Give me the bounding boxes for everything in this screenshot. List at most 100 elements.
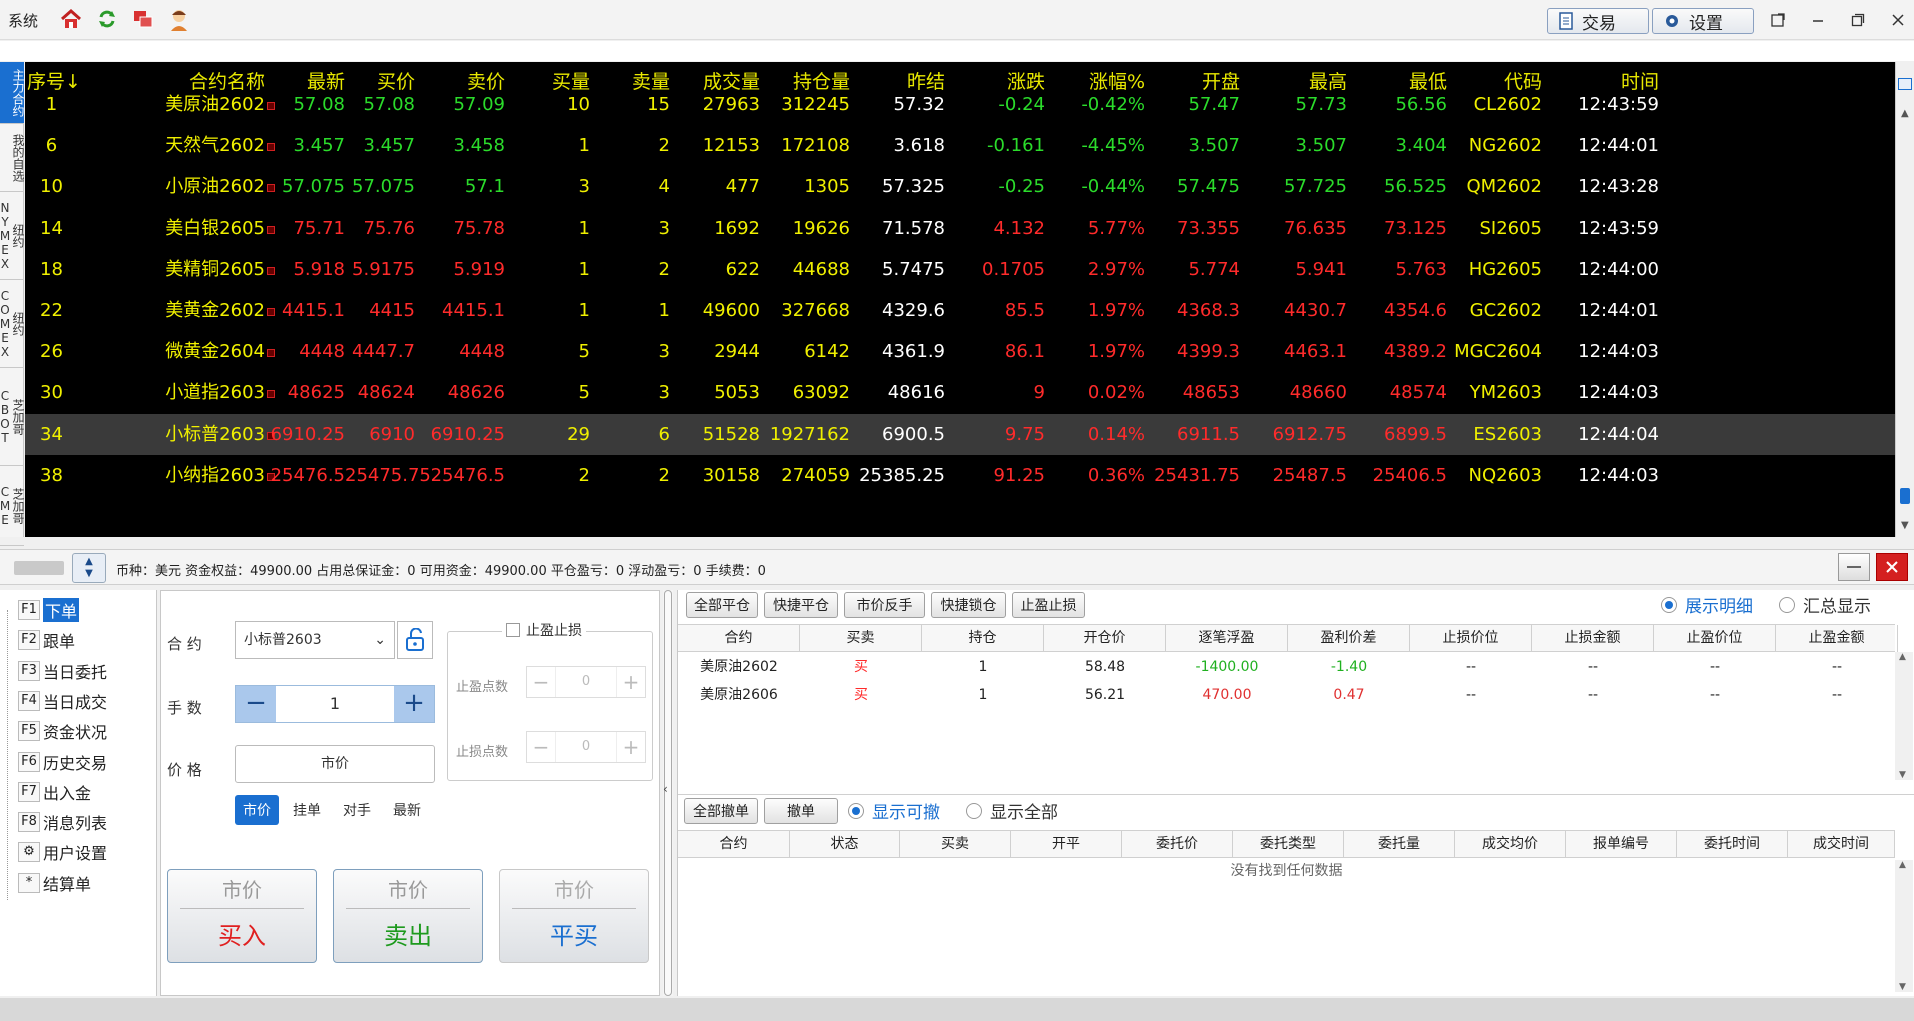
nav-item-4[interactable]: F5 资金状况: [18, 719, 107, 743]
quote-row[interactable]: 6 天然气2602 3.457 3.457 3.458 1 2 12153 172108 3.61…: [25, 125, 1895, 166]
positions-column-header[interactable]: 持仓: [922, 625, 1044, 652]
nav-item-3[interactable]: F4 当日成交: [18, 689, 107, 713]
positions-column-header[interactable]: 止损金额: [1532, 625, 1654, 652]
scroll-down-icon[interactable]: ▼: [1899, 770, 1906, 780]
order-action-button-1[interactable]: 撤单: [764, 798, 838, 824]
sell-button[interactable]: 市价 卖出: [333, 869, 483, 963]
radio-show-detail[interactable]: 展示明细: [1661, 592, 1753, 617]
maximize-icon[interactable]: [1844, 8, 1872, 32]
quote-row[interactable]: 30 小道指2603 48625 48624 48626 5 3 5053 63092 48616…: [25, 372, 1895, 413]
panel-close-button[interactable]: [1876, 553, 1908, 581]
scroll-up-icon[interactable]: ▲: [1899, 860, 1906, 870]
quantity-increment-button[interactable]: +: [394, 686, 434, 722]
panel-splitter[interactable]: ‹: [663, 590, 673, 996]
quote-row[interactable]: 26 微黄金2604 4448 4447.7 4448 5 3 2944 6142 4361.9 8…: [25, 331, 1895, 372]
stop-profit-loss-toggle[interactable]: 止盈止损: [502, 620, 586, 640]
quote-scrollbar[interactable]: ▲ ▼: [1895, 62, 1914, 537]
stop-profit-stepper[interactable]: − 0 +: [526, 666, 646, 698]
nav-item-2[interactable]: F3 当日委托: [18, 659, 107, 683]
position-action-button-4[interactable]: 止盈止损: [1012, 592, 1085, 618]
radio-show-cancelable[interactable]: 显示可撤: [848, 798, 940, 823]
quantity-decrement-button[interactable]: −: [236, 686, 276, 722]
positions-scrollbar[interactable]: ▲ ▼: [1895, 652, 1913, 780]
price-input[interactable]: 市价: [235, 745, 435, 783]
contract-select[interactable]: 小标普2603 ⌄: [235, 621, 395, 659]
nav-item-6[interactable]: F7 出入金: [18, 780, 91, 804]
orders-column-header[interactable]: 买卖: [900, 831, 1011, 858]
orders-scrollbar[interactable]: ▲ ▼: [1895, 860, 1913, 992]
minimize-icon[interactable]: [1804, 8, 1832, 32]
panel-minimize-button[interactable]: [1838, 553, 1870, 581]
positions-column-header[interactable]: 买卖: [800, 625, 922, 652]
side-tab-4[interactable]: 芝加哥CBOT: [0, 368, 25, 466]
scroll-thumb[interactable]: [1900, 488, 1910, 504]
nav-item-0[interactable]: F1 下单: [18, 598, 80, 622]
quote-row[interactable]: 38 小纳指2603 25476.5 25475.75 25476.5 2 2 30158 27…: [25, 455, 1895, 496]
position-action-button-2[interactable]: 市价反手: [844, 592, 925, 618]
windows-icon[interactable]: [130, 6, 156, 32]
quote-row[interactable]: 18 美精铜2605 5.918 5.9175 5.919 1 2 622 44688 5.747…: [25, 249, 1895, 290]
trade-button[interactable]: 交易: [1547, 8, 1649, 34]
stop-profit-increment[interactable]: +: [617, 667, 645, 697]
orders-column-header[interactable]: 状态: [790, 831, 900, 858]
scroll-up-icon[interactable]: ▲: [1901, 108, 1909, 119]
column-settings-icon[interactable]: [1898, 78, 1912, 90]
nav-item-9[interactable]: * 结算单: [18, 871, 91, 895]
price-type-market[interactable]: 市价: [235, 795, 279, 825]
side-tab-0[interactable]: 主力合约: [0, 62, 25, 124]
nav-item-8[interactable]: ⚙ 用户设置: [18, 840, 107, 864]
position-row[interactable]: 美原油2602 买 1 58.48 -1400.00 -1.40 -- -- -- --: [678, 654, 1895, 680]
positions-column-header[interactable]: 盈利价差: [1288, 625, 1410, 652]
positions-column-header[interactable]: 止损价位: [1410, 625, 1532, 652]
price-type-last[interactable]: 最新: [385, 795, 429, 825]
home-icon[interactable]: [58, 6, 84, 32]
stop-loss-increment[interactable]: +: [617, 732, 645, 762]
quote-row[interactable]: 22 美黄金2602 4415.1 4415 4415.1 1 1 49600 327668 43…: [25, 290, 1895, 331]
quantity-stepper[interactable]: − 1 +: [235, 685, 435, 723]
stop-loss-value[interactable]: 0: [555, 732, 617, 762]
settings-button[interactable]: 设置: [1652, 8, 1754, 34]
orders-column-header[interactable]: 委托时间: [1677, 831, 1788, 858]
position-action-button-3[interactable]: 快捷锁仓: [931, 592, 1006, 618]
positions-column-header[interactable]: 逐笔浮盈: [1166, 625, 1288, 652]
orders-column-header[interactable]: 委托类型: [1233, 831, 1344, 858]
stop-loss-decrement[interactable]: −: [527, 732, 555, 762]
orders-column-header[interactable]: 委托量: [1344, 831, 1455, 858]
radio-show-all[interactable]: 显示全部: [966, 798, 1058, 823]
orders-column-header[interactable]: 开平: [1011, 831, 1122, 858]
radio-show-summary[interactable]: 汇总显示: [1779, 592, 1871, 617]
scroll-up-icon[interactable]: ▲: [1899, 652, 1906, 662]
lock-contract-button[interactable]: [397, 621, 433, 659]
quote-row[interactable]: 1 美原油2602 57.08 57.08 57.09 10 15 27963 312245 57…: [25, 84, 1895, 125]
price-type-counterparty[interactable]: 对手: [335, 795, 379, 825]
positions-column-header[interactable]: 合约: [678, 625, 800, 652]
nav-item-5[interactable]: F6 历史交易: [18, 750, 107, 774]
positions-column-header[interactable]: 开仓价: [1044, 625, 1166, 652]
side-tab-3[interactable]: 纽约COMEX: [0, 280, 25, 368]
stop-loss-stepper[interactable]: − 0 +: [526, 731, 646, 763]
quote-row[interactable]: 34 小标普2603 6910.25 6910 6910.25 29 6 51528 19271…: [25, 413, 1895, 455]
buy-button[interactable]: 市价 买入: [167, 869, 317, 963]
orders-column-header[interactable]: 成交时间: [1788, 831, 1895, 858]
nav-item-1[interactable]: F2 跟单: [18, 628, 75, 652]
refresh-icon[interactable]: [94, 6, 120, 32]
positions-column-header[interactable]: 止盈金额: [1776, 625, 1898, 652]
collapse-left-icon[interactable]: ‹: [663, 782, 668, 796]
orders-column-header[interactable]: 合约: [678, 831, 790, 858]
side-tab-1[interactable]: 我的自选: [0, 124, 25, 192]
quote-row[interactable]: 10 小原油2602 57.075 57.075 57.1 3 4 477 1305 57.325…: [25, 166, 1895, 207]
stop-checkbox[interactable]: [506, 623, 520, 637]
side-tab-2[interactable]: 纽约NYMEX: [0, 192, 25, 280]
stop-profit-value[interactable]: 0: [555, 667, 617, 697]
order-action-button-0[interactable]: 全部撤单: [684, 798, 758, 824]
user-avatar-icon[interactable]: [166, 6, 192, 32]
position-row[interactable]: 美原油2606 买 1 56.21 470.00 0.47 -- -- -- --: [678, 682, 1895, 708]
system-menu[interactable]: 系统: [8, 10, 38, 31]
quantity-value[interactable]: 1: [276, 686, 394, 722]
position-action-button-1[interactable]: 快捷平仓: [764, 592, 838, 618]
price-type-limit[interactable]: 挂单: [285, 795, 329, 825]
positions-column-header[interactable]: 止盈价位: [1654, 625, 1776, 652]
scroll-down-icon[interactable]: ▼: [1899, 982, 1906, 992]
scroll-down-icon[interactable]: ▼: [1901, 520, 1909, 531]
account-switch-stepper[interactable]: ▲ ▼: [72, 553, 106, 583]
